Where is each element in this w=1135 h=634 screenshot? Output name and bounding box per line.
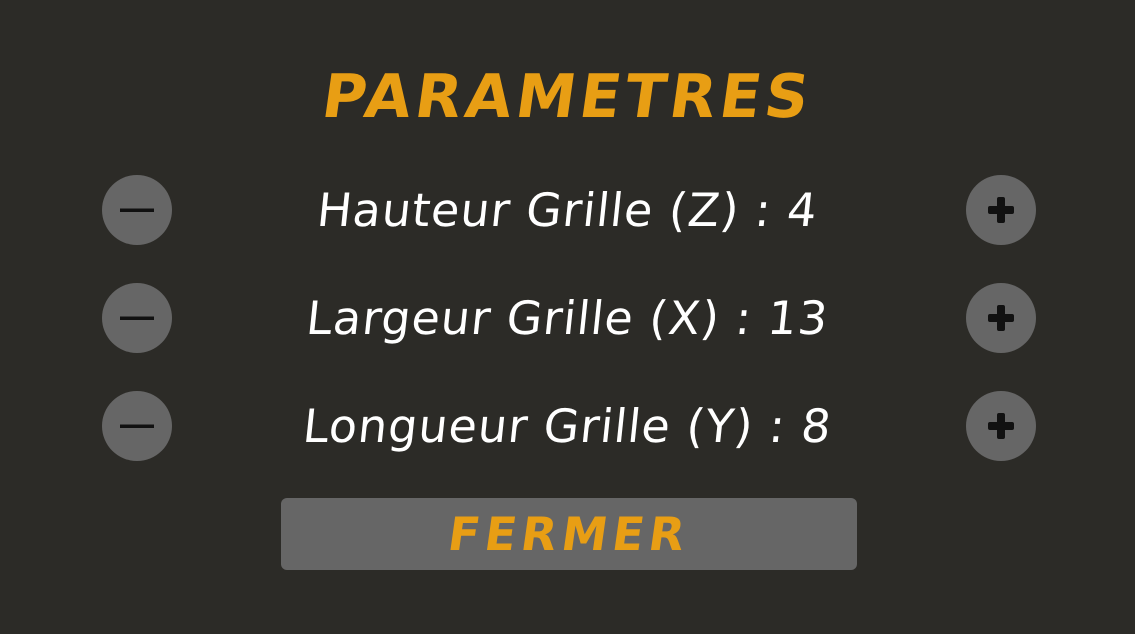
increase-length-button[interactable] — [966, 391, 1036, 461]
setting-row-height: Hauteur Grille (Z) : 4 — [0, 175, 1135, 245]
decrease-length-button[interactable] — [102, 391, 172, 461]
increase-height-button[interactable] — [966, 175, 1036, 245]
settings-title: PARAMETRES — [317, 62, 818, 132]
close-button[interactable]: FERMER — [281, 498, 857, 570]
minus-icon — [120, 316, 154, 320]
minus-icon — [120, 424, 154, 428]
plus-icon — [988, 197, 1014, 223]
plus-icon — [988, 413, 1014, 439]
width-label: Largeur Grille (X) : 13 — [303, 291, 832, 345]
decrease-height-button[interactable] — [102, 175, 172, 245]
plus-icon — [988, 305, 1014, 331]
height-label: Hauteur Grille (Z) : 4 — [314, 183, 821, 237]
minus-icon — [120, 208, 154, 212]
increase-width-button[interactable] — [966, 283, 1036, 353]
length-label: Longueur Grille (Y) : 8 — [300, 399, 835, 453]
setting-row-length: Longueur Grille (Y) : 8 — [0, 391, 1135, 461]
setting-row-width: Largeur Grille (X) : 13 — [0, 283, 1135, 353]
close-button-label: FERMER — [444, 507, 694, 561]
decrease-width-button[interactable] — [102, 283, 172, 353]
